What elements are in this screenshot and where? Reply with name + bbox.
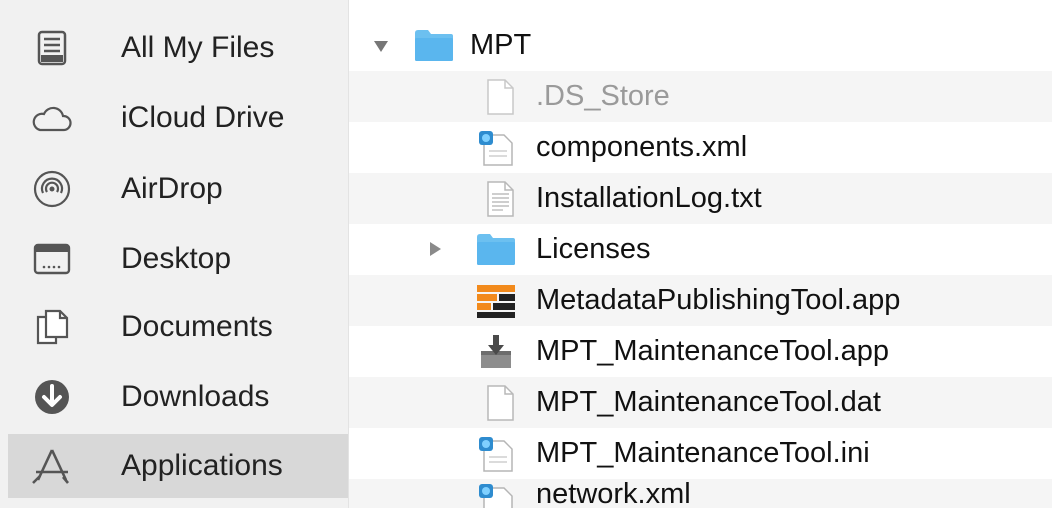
disclosure-expanded-icon[interactable] xyxy=(371,36,391,56)
list-item[interactable]: MetadataPublishingTool.app xyxy=(349,275,1052,326)
sidebar-item-downloads[interactable]: Downloads xyxy=(8,368,348,426)
sidebar-item-label: Desktop xyxy=(121,242,232,275)
downloads-icon xyxy=(30,375,74,419)
list-item[interactable]: Licenses xyxy=(349,224,1052,275)
sidebar-item-desktop[interactable]: Desktop xyxy=(8,230,348,288)
sidebar-item-airdrop[interactable]: AirDrop xyxy=(8,160,348,218)
file-list: MPT .DS_Store components.xml Installatio… xyxy=(349,0,1052,508)
xml-document-icon xyxy=(475,481,517,508)
xml-document-icon xyxy=(475,128,517,168)
sidebar-item-applications[interactable]: Applications xyxy=(8,434,348,498)
file-name: components.xml xyxy=(536,131,748,163)
sidebar-item-label: All My Files xyxy=(121,31,275,64)
list-item[interactable]: MPT xyxy=(349,20,1052,71)
installer-app-icon xyxy=(475,332,517,372)
xml-document-icon xyxy=(475,434,517,474)
airdrop-icon xyxy=(30,167,74,211)
file-name: InstallationLog.txt xyxy=(536,182,762,214)
sidebar-item-icloud-drive[interactable]: iCloud Drive xyxy=(8,89,348,147)
list-item[interactable]: .DS_Store xyxy=(349,71,1052,122)
sidebar: All My Files iCloud Drive AirDrop Deskto… xyxy=(0,0,349,508)
app-icon xyxy=(475,281,517,321)
list-item[interactable]: InstallationLog.txt xyxy=(349,173,1052,224)
applications-icon xyxy=(30,444,74,488)
disclosure-collapsed-icon[interactable] xyxy=(425,239,445,259)
blank-document-icon xyxy=(479,77,521,117)
desktop-icon xyxy=(30,237,74,281)
folder-icon xyxy=(475,229,517,269)
sidebar-item-label: Documents xyxy=(121,310,273,343)
file-name: MPT_MaintenanceTool.dat xyxy=(536,386,881,418)
sidebar-item-label: AirDrop xyxy=(121,172,223,205)
file-name: network.xml xyxy=(536,478,691,508)
file-name: .DS_Store xyxy=(536,80,670,112)
documents-icon xyxy=(30,305,74,349)
list-item[interactable]: MPT_MaintenanceTool.dat xyxy=(349,377,1052,428)
list-item[interactable]: MPT_MaintenanceTool.app xyxy=(349,326,1052,377)
sidebar-item-all-my-files[interactable]: All My Files xyxy=(8,19,348,77)
file-name: MetadataPublishingTool.app xyxy=(536,284,901,316)
text-document-icon xyxy=(479,179,521,219)
all-my-files-icon xyxy=(30,26,74,70)
sidebar-item-label: Applications xyxy=(121,449,283,482)
sidebar-item-documents[interactable]: Documents xyxy=(8,298,348,356)
list-item[interactable]: components.xml xyxy=(349,122,1052,173)
sidebar-item-label: iCloud Drive xyxy=(121,101,285,134)
blank-document-icon xyxy=(479,383,521,423)
folder-icon xyxy=(413,25,455,65)
file-name: Licenses xyxy=(536,233,651,265)
sidebar-item-label: Downloads xyxy=(121,380,270,413)
cloud-icon xyxy=(30,96,74,140)
list-item[interactable]: MPT_MaintenanceTool.ini xyxy=(349,428,1052,479)
file-name: MPT_MaintenanceTool.app xyxy=(536,335,890,367)
list-item[interactable]: network.xml xyxy=(349,478,1052,508)
file-name: MPT xyxy=(470,29,532,61)
